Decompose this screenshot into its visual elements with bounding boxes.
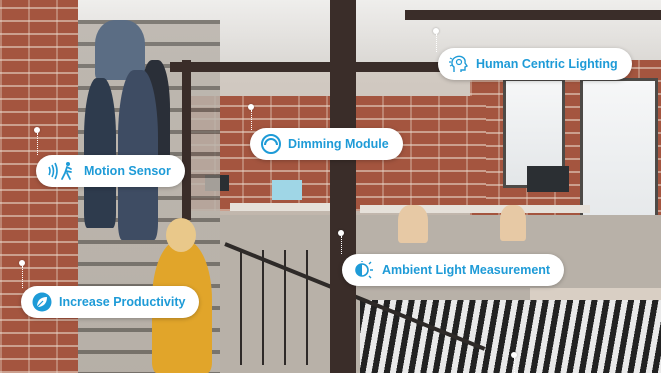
label-human-centric-lighting[interactable]: Human Centric Lighting (438, 48, 632, 80)
steel-beam (405, 10, 661, 20)
steel-column (330, 0, 356, 373)
pin-line (341, 236, 342, 254)
steel-beam (170, 62, 470, 72)
label-ambient-light-measurement[interactable]: Ambient Light Measurement (342, 254, 565, 286)
label-text: Dimming Module (288, 137, 389, 151)
label-dimming-module[interactable]: Dimming Module (250, 128, 403, 160)
label-increase-productivity[interactable]: Increase Productivity (21, 286, 200, 318)
monitor (527, 166, 569, 192)
railing-post (284, 250, 286, 365)
head-lightbulb-icon (448, 54, 470, 74)
striped-rug (360, 300, 661, 373)
desk (230, 203, 340, 211)
railing-post (262, 250, 264, 365)
railing-post (306, 250, 308, 365)
chair (398, 205, 428, 243)
motion-waves-walker-icon (46, 161, 78, 181)
label-motion-sensor[interactable]: Motion Sensor (36, 155, 185, 187)
pin-line (251, 110, 252, 130)
label-text: Increase Productivity (59, 295, 186, 309)
leaf-gauge-icon (31, 291, 53, 313)
half-sun-icon (352, 259, 376, 281)
label-text: Ambient Light Measurement (382, 263, 551, 277)
pin-line (22, 266, 23, 288)
person-head (166, 218, 196, 252)
railing-post (240, 250, 242, 365)
steel-column (182, 60, 191, 220)
pin-line (37, 133, 38, 155)
label-text: Motion Sensor (84, 164, 171, 178)
chair (500, 205, 526, 241)
label-text: Human Centric Lighting (476, 57, 618, 71)
pin-line (514, 358, 515, 373)
pin-line (436, 34, 437, 52)
front-desk (530, 288, 661, 300)
dimmer-ring-icon (260, 133, 282, 155)
desk (360, 205, 590, 213)
person (84, 78, 116, 228)
monitor (272, 180, 302, 200)
